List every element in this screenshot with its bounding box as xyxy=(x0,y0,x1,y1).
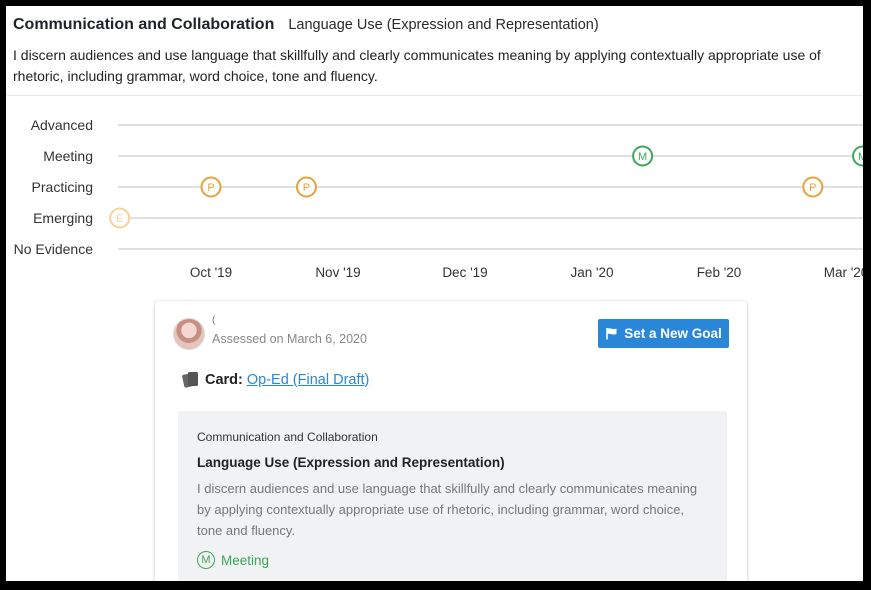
assessment-marker[interactable]: M xyxy=(632,145,654,167)
panel-category: Communication and Collaboration xyxy=(197,430,378,444)
marker-letter: P xyxy=(207,182,214,194)
card-label: Card: xyxy=(205,371,243,388)
level-label: Meeting xyxy=(43,148,93,164)
assessment-marker[interactable]: M xyxy=(852,145,863,167)
meeting-badge-icon: M xyxy=(197,551,215,569)
assessment-marker[interactable]: P xyxy=(295,176,317,198)
month-label: Dec '19 xyxy=(442,265,487,280)
panel-description: I discern audiences and use language tha… xyxy=(197,481,698,538)
level-label: Emerging xyxy=(33,210,93,226)
card-link[interactable]: Op-Ed (Final Draft) xyxy=(247,372,369,388)
competency-description: I discern audiences and use language tha… xyxy=(13,47,821,84)
set-new-goal-button[interactable]: Set a New Goal xyxy=(598,319,729,348)
marker-letter: P xyxy=(303,182,310,194)
panel-level: M Meeting xyxy=(197,551,269,569)
marker-letter: M xyxy=(858,151,863,163)
level-label: Practicing xyxy=(32,179,93,195)
assessment-marker[interactable]: P xyxy=(200,176,222,198)
header: Communication and Collaboration Language… xyxy=(13,16,863,34)
competency-title: Communication and Collaboration xyxy=(13,16,275,33)
level-label: Advanced xyxy=(31,117,93,133)
marker-letter: P xyxy=(809,182,816,194)
month-label: Nov '19 xyxy=(315,265,360,280)
flag-icon xyxy=(606,328,617,340)
assessment-card: ( Assessed on March 6, 2020 Set a New Go… xyxy=(155,301,747,581)
marker-letter: E xyxy=(116,213,123,225)
divider xyxy=(6,95,863,96)
panel-level-label: Meeting xyxy=(221,552,270,568)
month-label: Feb '20 xyxy=(697,265,742,280)
competency-panel: Communication and Collaboration Language… xyxy=(178,411,727,581)
month-label: Oct '19 xyxy=(190,265,232,280)
assessor-name: ( xyxy=(212,315,216,326)
panel-title: Language Use (Expression and Representat… xyxy=(197,455,505,470)
competency-subtitle: Language Use (Expression and Representat… xyxy=(288,17,599,33)
learning-progress-view: Communication and Collaboration Language… xyxy=(6,6,863,581)
month-label: Mar '20 xyxy=(824,265,863,280)
assessed-date: Assessed on March 6, 2020 xyxy=(212,332,367,346)
assessment-marker[interactable]: E xyxy=(109,207,131,229)
assessment-marker[interactable]: P xyxy=(802,176,824,198)
avatar xyxy=(173,318,205,350)
set-new-goal-label: Set a New Goal xyxy=(624,326,722,341)
marker-letter: M xyxy=(638,151,647,163)
card-reference: Card: Op-Ed (Final Draft) xyxy=(182,371,369,388)
progress-timeline: Advanced Meeting Practicing Emerging No Evid… xyxy=(14,117,863,280)
level-label: No Evidence xyxy=(14,241,94,257)
month-label: Jan '20 xyxy=(570,265,613,280)
cards-icon xyxy=(182,372,198,388)
